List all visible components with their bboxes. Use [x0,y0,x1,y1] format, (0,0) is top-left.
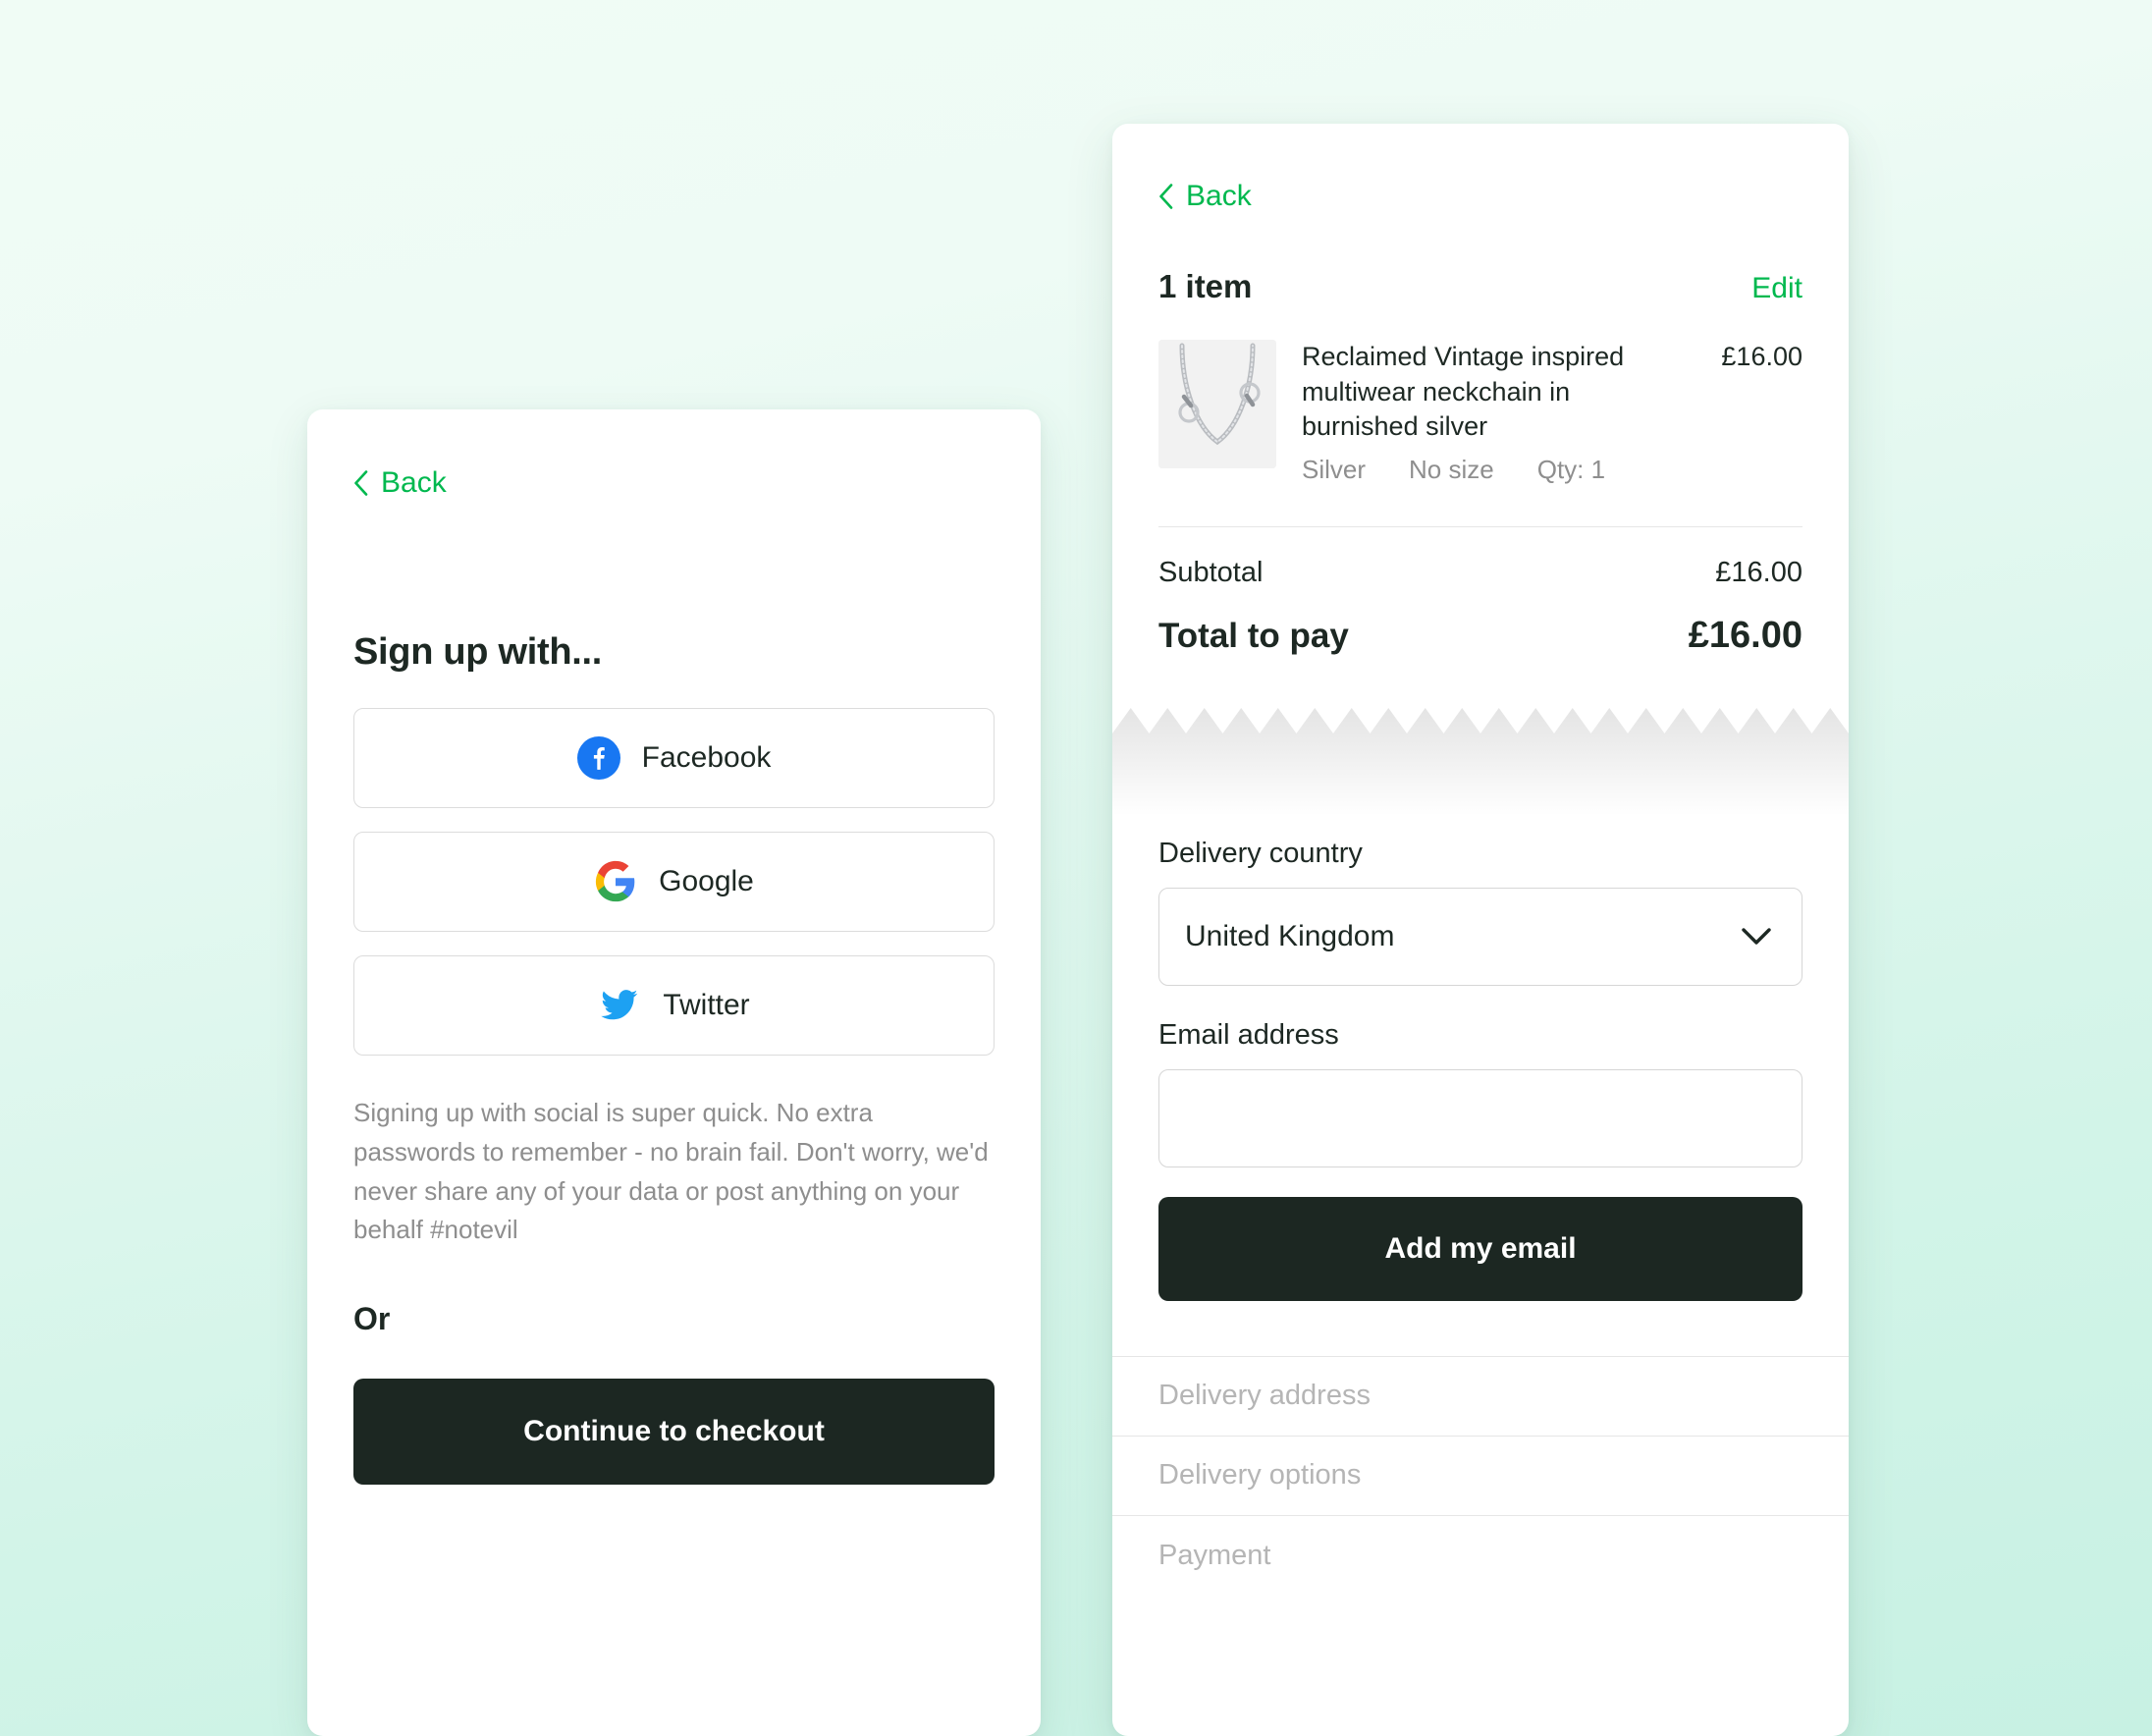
signup-twitter-label: Twitter [663,989,750,1021]
checkout-back-label: Back [1186,180,1252,212]
order-totals: Subtotal £16.00 Total to pay £16.00 [1158,527,1802,657]
twitter-icon [598,984,641,1027]
continue-to-checkout-button[interactable]: Continue to checkout [353,1379,995,1486]
signup-back-link[interactable]: Back [353,466,447,500]
checkout-steps-list: Delivery address Delivery options Paymen… [1112,1355,1849,1596]
product-colour: Silver [1302,454,1367,484]
signup-google-button[interactable]: Google [353,832,995,932]
subtotal-value: £16.00 [1715,556,1802,588]
signup-title: Sign up with... [353,631,603,673]
receipt-zigzag-divider [1112,707,1849,816]
signup-facebook-label: Facebook [641,741,772,774]
total-to-pay-value: £16.00 [1688,614,1802,656]
signup-card: Back Sign up with... Facebook Google Twi… [307,409,1041,1736]
product-name: Reclaimed Vintage inspired multiwear nec… [1302,342,1625,442]
checkout-card: Back 1 item Edit Reclaimed Vintage inspi… [1112,124,1849,1736]
checkout-step-delivery-options[interactable]: Delivery options [1112,1437,1849,1516]
chevron-down-icon [1741,927,1772,947]
checkout-step-payment[interactable]: Payment [1112,1516,1849,1596]
email-address-input[interactable] [1158,1068,1802,1167]
delivery-country-value: United Kingdom [1185,919,1395,952]
social-signup-list: Facebook Google Twitter [353,708,995,1056]
signup-facebook-button[interactable]: Facebook [353,708,995,808]
total-to-pay-row: Total to pay £16.00 [1158,615,1802,657]
bag-line-item: Reclaimed Vintage inspired multiwear nec… [1158,340,1802,527]
product-size: No size [1409,454,1494,484]
social-signup-note: Signing up with social is super quick. N… [353,1098,989,1245]
subtotal-row: Subtotal £16.00 [1158,557,1802,589]
facebook-icon [576,736,620,780]
signup-twitter-button[interactable]: Twitter [353,955,995,1056]
chevron-left-icon [1158,184,1173,209]
google-icon [594,860,637,903]
step-label: Delivery options [1158,1459,1362,1492]
signup-back-label: Back [381,466,447,499]
delivery-country-select[interactable]: United Kingdom [1158,887,1802,986]
subtotal-label: Subtotal [1158,556,1264,588]
add-my-email-button[interactable]: Add my email [1158,1196,1802,1301]
step-label: Payment [1158,1539,1271,1571]
product-price: £16.00 [1721,342,1802,371]
bag-item-count: 1 item [1158,268,1253,304]
checkout-step-delivery-address[interactable]: Delivery address [1112,1357,1849,1437]
total-to-pay-label: Total to pay [1158,616,1349,655]
email-address-label: Email address [1158,1018,1339,1051]
product-attributes: Silver No size Qty: 1 [1302,455,1695,485]
or-divider-label: Or [353,1301,391,1337]
checkout-back-link[interactable]: Back [1158,180,1252,213]
step-label: Delivery address [1158,1380,1371,1412]
product-thumbnail[interactable] [1158,340,1276,468]
bag-header: 1 item Edit [1158,268,1802,305]
product-quantity: Qty: 1 [1536,454,1606,484]
edit-bag-link[interactable]: Edit [1751,272,1802,305]
signup-google-label: Google [659,865,754,897]
chevron-left-icon [353,470,368,496]
delivery-country-label: Delivery country [1158,837,1363,869]
